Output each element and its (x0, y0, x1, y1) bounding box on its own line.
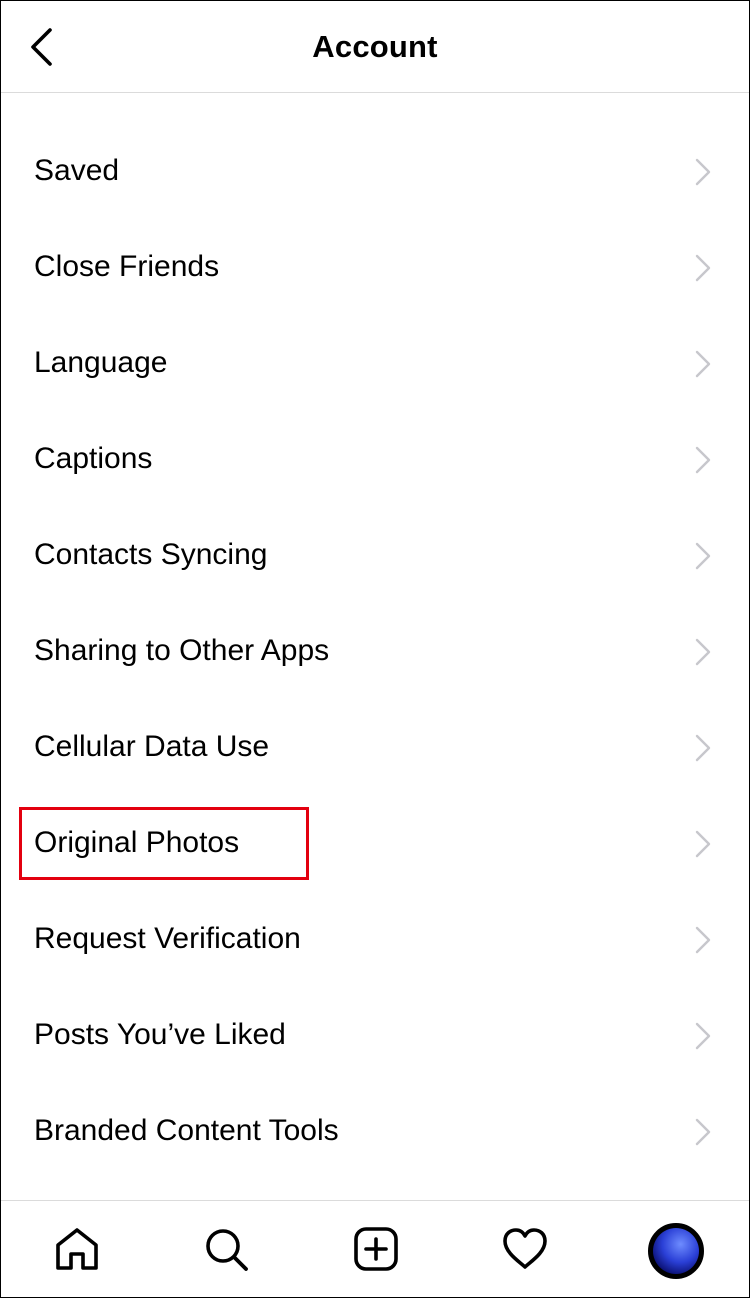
avatar (653, 1228, 699, 1274)
menu-item-posts-youve-liked[interactable]: Posts You’ve Liked (1, 987, 749, 1083)
menu-item-language[interactable]: Language (1, 315, 749, 411)
menu-item-label: Sharing to Other Apps (34, 634, 330, 667)
chevron-right-icon (695, 350, 711, 378)
menu-item-label: Cellular Data Use (34, 730, 270, 763)
chevron-right-icon (695, 734, 711, 762)
chevron-right-icon (695, 254, 711, 282)
menu-item-label: Close Friends (34, 250, 220, 283)
app-screen: Account Saved Close Friends Language Cap… (0, 0, 750, 1298)
settings-menu-list: Saved Close Friends Language Captions Co… (1, 123, 749, 1179)
menu-item-label: Captions (34, 442, 153, 475)
chevron-right-icon (695, 542, 711, 570)
tab-activity[interactable] (495, 1219, 555, 1279)
menu-item-close-friends[interactable]: Close Friends (1, 219, 749, 315)
new-post-icon (354, 1227, 398, 1271)
menu-item-sharing-to-other-apps[interactable]: Sharing to Other Apps (1, 603, 749, 699)
heart-icon (503, 1228, 547, 1269)
chevron-right-icon (695, 158, 711, 186)
chevron-right-icon (695, 446, 711, 474)
chevron-right-icon (695, 830, 711, 858)
menu-item-request-verification[interactable]: Request Verification (1, 891, 749, 987)
menu-item-cellular-data-use[interactable]: Cellular Data Use (1, 699, 749, 795)
tab-profile-avatar[interactable] (648, 1223, 704, 1279)
menu-item-label: Language (34, 346, 168, 379)
navigation-bar: Account (1, 1, 749, 93)
menu-item-branded-content-tools[interactable]: Branded Content Tools (1, 1083, 749, 1179)
chevron-right-icon (695, 1118, 711, 1146)
menu-item-captions[interactable]: Captions (1, 411, 749, 507)
menu-item-label: Posts You’ve Liked (34, 1018, 286, 1051)
chevron-right-icon (695, 1022, 711, 1050)
search-icon (206, 1229, 248, 1271)
menu-item-label: Contacts Syncing (34, 538, 268, 571)
menu-item-contacts-syncing[interactable]: Contacts Syncing (1, 507, 749, 603)
menu-item-label: Request Verification (34, 922, 301, 955)
home-icon (56, 1228, 98, 1270)
chevron-right-icon (695, 638, 711, 666)
menu-item-label: Saved (34, 154, 120, 187)
menu-item-original-photos[interactable]: Original Photos (1, 795, 749, 891)
bottom-tab-bar (1, 1200, 749, 1297)
page-title: Account (312, 29, 438, 64)
tab-search[interactable] (196, 1219, 256, 1279)
menu-item-label: Original Photos (34, 826, 240, 859)
menu-item-label: Branded Content Tools (34, 1114, 339, 1147)
tab-home[interactable] (47, 1219, 107, 1279)
tab-new-post[interactable] (346, 1219, 406, 1279)
menu-item-saved[interactable]: Saved (1, 123, 749, 219)
chevron-right-icon (695, 926, 711, 954)
